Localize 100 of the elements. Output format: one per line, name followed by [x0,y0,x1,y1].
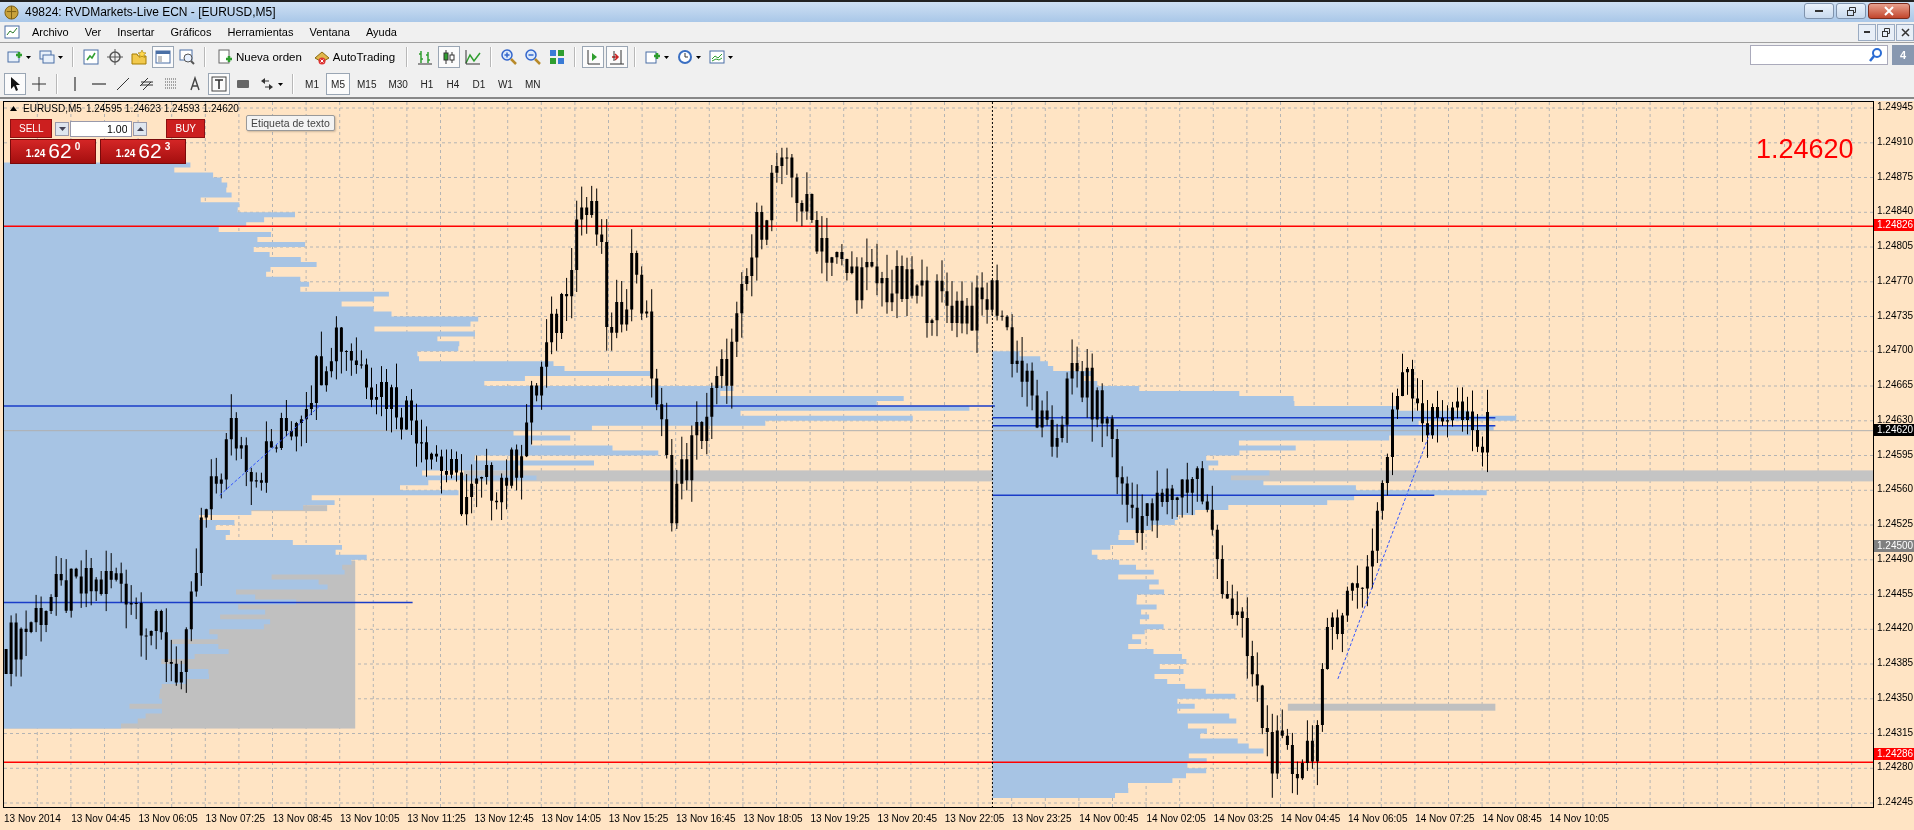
axis-label: 13 Nov 11:25 [407,813,466,824]
axis-label: 1.24245 [1877,796,1914,808]
bar-chart-icon [417,49,434,65]
menu-item[interactable]: Archivo [24,24,77,40]
restore-button[interactable] [1836,3,1866,19]
menu-item[interactable]: Insertar [109,24,163,40]
axis-label: 13 Nov 10:05 [340,813,400,824]
minimize-button[interactable] [1804,3,1834,19]
minimize-icon [1864,31,1870,33]
timeframe-button[interactable]: M15 [352,73,382,95]
axis-label: 13 Nov 20:45 [877,813,938,824]
window-stack-icon [39,49,55,65]
minimize-button[interactable] [1858,23,1876,41]
axis-label: 13 Nov 08:45 [272,813,333,824]
axis-label: 13 Nov 2014 [4,813,61,824]
close-icon [1884,6,1894,16]
crosshair-icon [31,76,47,92]
close-icon [1900,27,1910,37]
caret-icon [26,55,31,59]
timeframe-button[interactable]: W1 [492,73,518,95]
axis-label: 13 Nov 19:25 [810,813,870,824]
chart-window-button[interactable] [80,46,102,68]
axis-label: 1.24875 [1877,170,1914,183]
timeframe-button[interactable]: M1 [300,73,324,95]
search-icon [1868,47,1884,63]
menu-item[interactable]: Ver [76,24,110,40]
timeframe-button[interactable]: MN [519,73,546,95]
menu-item[interactable]: Gráficos [162,24,220,40]
star-folder-icon [131,49,147,65]
sell-button[interactable]: SELL [10,119,53,138]
close-button[interactable] [1896,23,1914,41]
crosshair-button[interactable] [104,46,126,68]
axis-label: 14 Nov 06:05 [1348,813,1408,824]
axis-label: 13 Nov 18:05 [743,813,803,824]
timeframe-button[interactable]: M5 [326,73,350,95]
candlestick-button[interactable] [438,46,461,68]
magnifier-icon [179,49,195,65]
axis-label: 13 Nov 14:05 [541,813,602,824]
axis-label: 1.24945 [1877,101,1914,113]
axis-label: 1.24665 [1877,379,1914,391]
axis-label: 14 Nov 10:05 [1549,813,1610,824]
axis-label: 1.24805 [1877,240,1914,252]
toolbar-button[interactable]: Nueva orden [212,46,307,68]
restore-icon [1846,6,1856,16]
caret-icon [696,55,702,59]
axis-label: 13 Nov 07:25 [205,813,266,824]
axis-label: 14 Nov 07:25 [1415,813,1475,824]
axis-label: 14 Nov 02:05 [1146,813,1206,824]
axis-label: 1.24700 [1877,344,1914,357]
price-marker: 1.24500 [1874,540,1914,552]
axis-label: 1.24525 [1877,518,1914,530]
price-label: 1.24620 [1756,134,1854,165]
zoom-out-icon [525,49,542,65]
close-button[interactable] [1868,3,1910,19]
spin-down-button[interactable] [55,121,70,136]
restore-button[interactable] [1877,23,1895,41]
chart-shift-button[interactable] [582,46,605,68]
search-field[interactable] [1750,45,1888,65]
axis-label: 1.24770 [1877,274,1914,287]
timeframe-button[interactable]: H1 [414,73,439,95]
timeframe-button[interactable]: M30 [383,73,413,95]
chart-shift-icon [585,49,602,65]
axis-label: 1.24490 [1877,552,1914,565]
trendline-icon [115,76,131,92]
axis-label: 13 Nov 23:25 [1012,813,1072,824]
triangle-up-icon [136,126,144,131]
axis-label: 14 Nov 04:45 [1280,813,1341,824]
axis-label: 13 Nov 12:45 [474,813,534,824]
menu-item[interactable]: Ayuda [357,24,405,40]
timeframe-button[interactable]: H4 [440,73,465,95]
volume-field[interactable]: 1.00 [70,120,133,137]
toolbar-button[interactable]: AutoTrading [308,46,401,68]
axis-label: 1.24595 [1877,448,1914,461]
tooltip: Etiqueta de texto [246,115,335,131]
axis-label: 1.24455 [1877,587,1914,600]
crosshair-icon [107,49,123,65]
text-label-button[interactable] [208,73,230,95]
price-marker: 1.24286 [1874,748,1914,760]
cursor-button[interactable] [4,73,26,95]
buy-button[interactable]: BUY [166,119,206,138]
window-button[interactable] [152,46,174,68]
timeframe-button[interactable]: D1 [466,73,491,95]
chart-window-icon [83,49,99,65]
document-plus-icon [217,49,233,65]
spin-up-button[interactable] [133,121,148,136]
letter-a-icon [187,76,203,92]
axis-label: 1.24420 [1877,622,1914,635]
axis-label: 1.24385 [1877,657,1914,669]
autoscroll-button[interactable] [606,46,629,68]
menu-item[interactable]: Ventana [301,24,358,40]
axis-label: 13 Nov 22:05 [944,813,1005,824]
channel-icon [139,76,155,92]
autoscroll-icon [609,49,626,65]
triangle-down-icon [58,126,66,131]
symbol-label: EURUSD,M5 [23,103,82,114]
axis-label: 14 Nov 08:45 [1482,813,1542,824]
menu-item[interactable]: Herramientas [219,24,302,40]
clock-icon [677,49,694,65]
axis-label: 1.24350 [1877,691,1914,704]
axis-label: 1.24560 [1877,483,1914,496]
